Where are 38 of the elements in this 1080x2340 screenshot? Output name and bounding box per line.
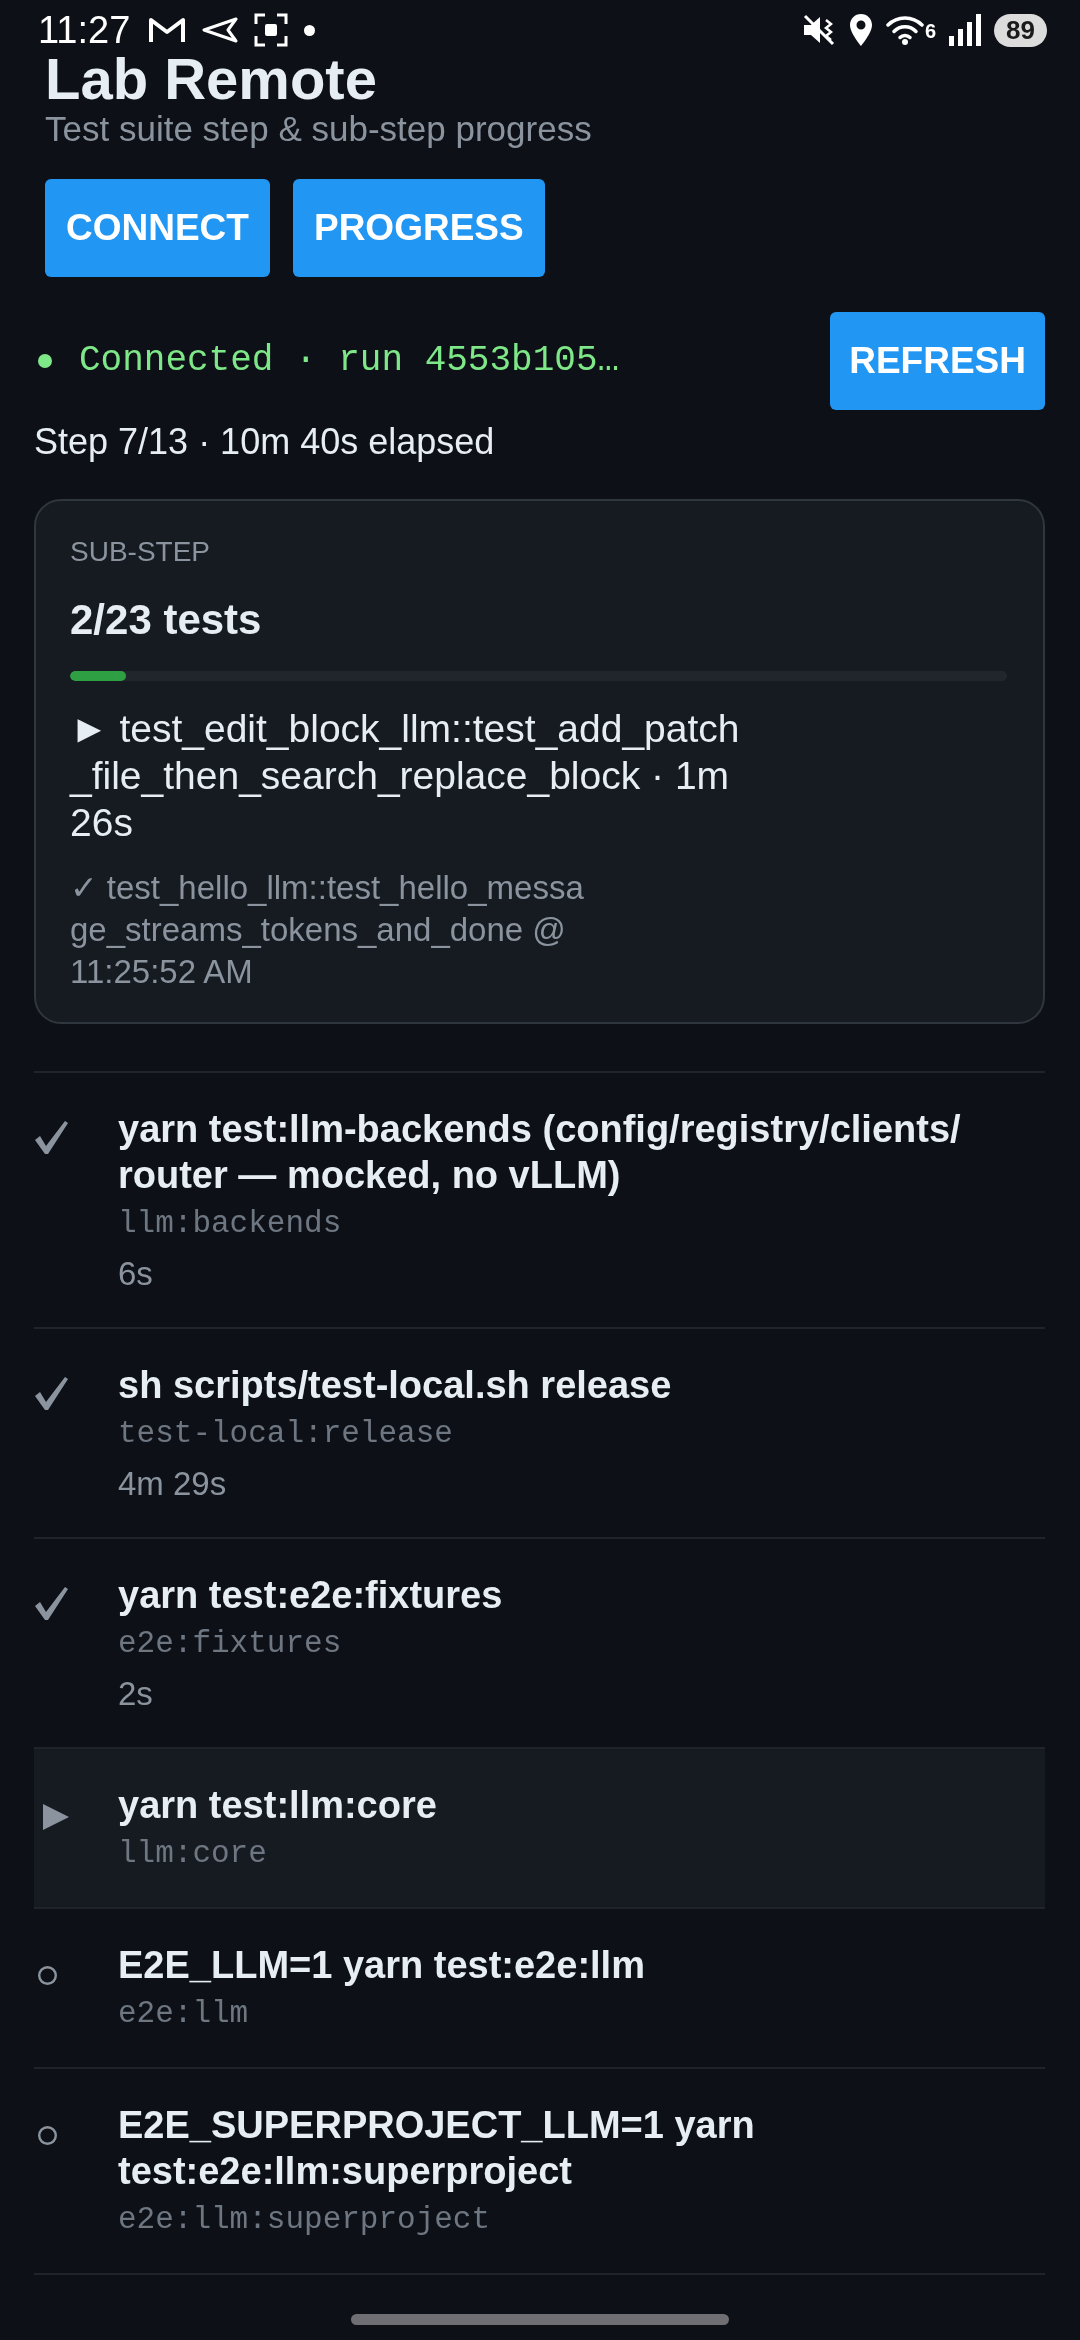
step-command: sh scripts/test-local.sh release <box>118 1363 673 1408</box>
action-button[interactable]: CONNECT <box>45 179 270 277</box>
signal-icon <box>949 13 982 47</box>
frame-icon <box>254 13 289 47</box>
step-duration: 2s <box>118 1674 154 1714</box>
wifi-icon <box>885 15 924 45</box>
refresh-button[interactable]: REFRESH <box>830 312 1045 410</box>
action-button[interactable]: PROGRESS <box>292 179 545 277</box>
notification-dot-icon <box>304 24 316 36</box>
app-title: Lab Remote <box>45 50 377 108</box>
step-target: e2e:fixtures <box>118 1625 343 1663</box>
step-command: E2E_LLM=1 yarn test:e2e:llm <box>118 1943 646 1988</box>
status-time: 11:27 <box>38 11 131 49</box>
battery-indicator: 89 <box>994 13 1047 47</box>
current-test: ► test_edit_block_llm::test_add_patch_file_then_search_replace_block · 1m 26s <box>70 706 741 846</box>
step-summary: Step 7/13 · 10m 40s elapsed <box>34 420 496 464</box>
mute-icon <box>801 13 836 47</box>
step-duration: 6s <box>118 1254 154 1294</box>
app-subtitle: Test suite step & sub-step progress <box>45 108 593 150</box>
test-count: 2/23 tests <box>70 595 263 645</box>
substep-label: SUB-STEP <box>70 535 212 569</box>
step-command: yarn test:e2e:fixtures <box>118 1573 504 1618</box>
step-target: e2e:llm <box>118 1995 250 2033</box>
step-command: E2E_SUPERPROJECT_LLM=1 yarn test:e2e:llm:superproject <box>118 2103 756 2194</box>
wifi-generation-label: 6 <box>924 21 937 41</box>
step-duration: 4m 29s <box>118 1464 228 1504</box>
step-target: llm:backends <box>118 1205 343 1243</box>
last-passed-test: ✓ test_hello_llm::test_hello_message_streams_tokens_and_done @ 11:25:52 AM <box>70 868 585 992</box>
connection-status: Connected · run 4553b105… <box>79 339 620 383</box>
home-indicator[interactable] <box>351 2314 729 2325</box>
step-target: test-local:release <box>118 1415 454 1453</box>
step-target: llm:core <box>118 1835 268 1873</box>
step-command: yarn test:llm:core <box>118 1783 438 1828</box>
paper-plane-icon <box>202 17 239 43</box>
step-command: yarn test:llm-backends (config/registry/clients/ router — mocked, no vLLM) <box>118 1107 962 1198</box>
step-target: e2e:llm:superproject <box>118 2201 492 2239</box>
location-icon <box>848 13 873 47</box>
mail-icon <box>148 16 187 44</box>
